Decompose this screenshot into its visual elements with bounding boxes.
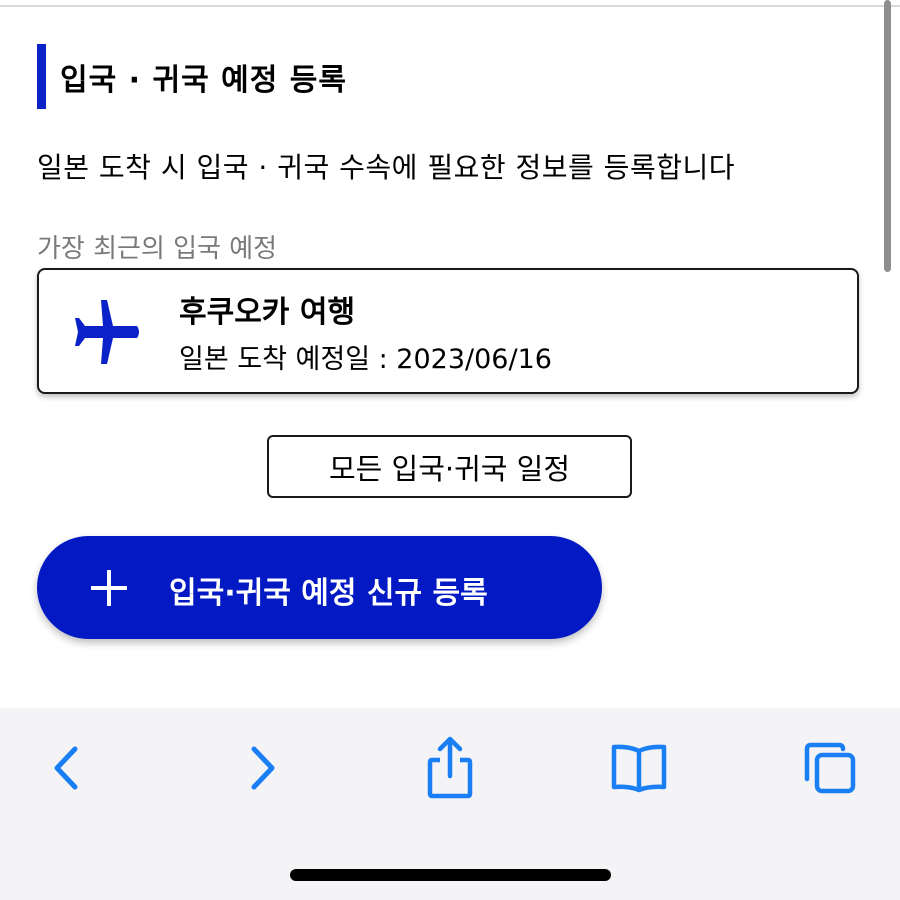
bookmarks-button[interactable] xyxy=(609,738,669,798)
section-header: 입국 · 귀국 예정 등록 xyxy=(37,44,347,109)
bookmarks-icon xyxy=(611,744,667,793)
new-registration-button[interactable]: 입국·귀국 예정 신규 등록 xyxy=(37,536,602,639)
tabs-icon xyxy=(804,742,856,794)
top-divider xyxy=(0,5,900,7)
browser-toolbar xyxy=(0,708,900,900)
all-schedules-button[interactable]: 모든 입국·귀국 일정 xyxy=(267,435,632,498)
trip-name: 후쿠오카 여행 xyxy=(179,295,356,330)
new-registration-label: 입국·귀국 예정 신규 등록 xyxy=(169,576,488,611)
plus-icon xyxy=(91,570,127,606)
page: 입국 · 귀국 예정 등록 일본 도착 시 입국 · 귀국 수속에 필요한 정보… xyxy=(0,0,900,900)
recent-trip-card[interactable]: 후쿠오카 여행 일본 도착 예정일 : 2023/06/16 xyxy=(37,268,859,394)
forward-icon xyxy=(251,746,275,790)
back-icon xyxy=(54,746,78,790)
forward-button[interactable] xyxy=(232,738,292,798)
airplane-icon xyxy=(75,300,139,364)
back-button[interactable] xyxy=(37,738,97,798)
tabs-button[interactable] xyxy=(800,738,860,798)
home-indicator[interactable] xyxy=(290,869,611,881)
title-accent-bar xyxy=(37,44,46,109)
share-icon xyxy=(427,736,473,799)
share-button[interactable] xyxy=(420,736,480,799)
scrollbar[interactable] xyxy=(884,0,891,272)
section-description: 일본 도착 시 입국 · 귀국 수속에 필요한 정보를 등록합니다 xyxy=(37,151,735,184)
page-title: 입국 · 귀국 예정 등록 xyxy=(60,62,347,98)
trip-arrival-date: 일본 도착 예정일 : 2023/06/16 xyxy=(179,344,552,375)
recent-trip-label: 가장 최근의 입국 예정 xyxy=(37,234,278,264)
